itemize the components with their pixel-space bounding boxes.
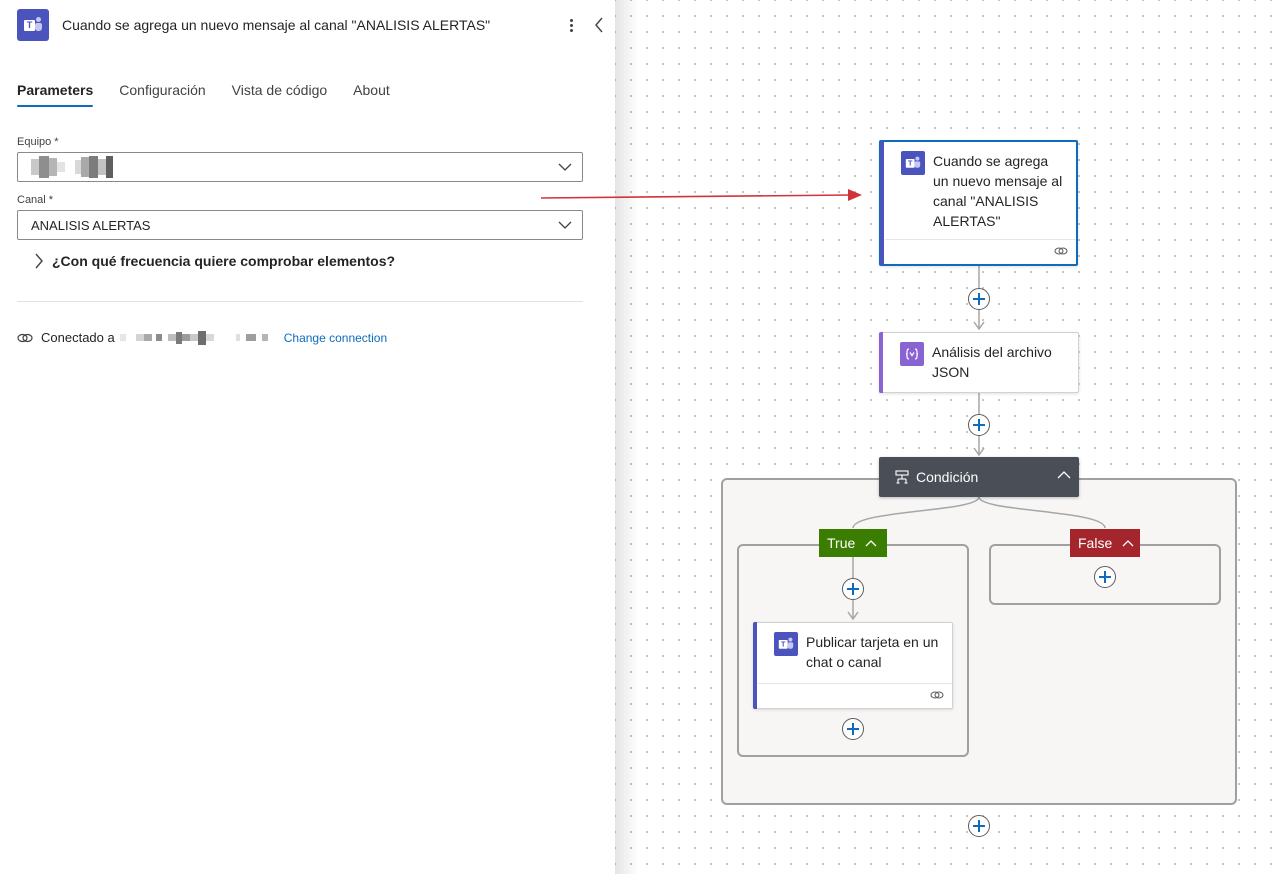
true-branch-tag[interactable]: True	[819, 529, 887, 557]
teams-icon: T	[774, 632, 798, 656]
data-operation-icon	[900, 342, 924, 366]
add-step-button[interactable]	[968, 414, 990, 436]
flow-connectors	[847, 266, 1106, 621]
add-step-button[interactable]	[968, 288, 990, 310]
link-icon	[1054, 247, 1068, 255]
chevron-up-icon[interactable]	[1057, 470, 1071, 480]
add-step-button[interactable]	[842, 718, 864, 740]
add-step-button[interactable]	[1094, 566, 1116, 588]
false-branch-label: False	[1078, 535, 1113, 551]
trigger-node-label: Cuando se agrega un nuevo mensaje al can…	[933, 153, 1063, 229]
chevron-up-icon[interactable]	[1122, 539, 1134, 548]
post-card-node[interactable]: T Publicar tarjeta en un chat o canal	[753, 622, 953, 709]
condition-node[interactable]: Condición	[879, 457, 1079, 497]
add-step-button[interactable]	[968, 815, 990, 837]
chevron-up-icon[interactable]	[865, 539, 877, 548]
node-accent	[753, 622, 757, 709]
condition-icon	[895, 470, 909, 484]
condition-label: Condición	[916, 469, 979, 485]
parse-json-node[interactable]: Análisis del archivo JSON	[879, 332, 1079, 393]
parse-json-node-label: Análisis del archivo JSON	[932, 344, 1052, 380]
false-branch-tag[interactable]: False	[1070, 529, 1140, 557]
add-step-button[interactable]	[842, 578, 864, 600]
node-accent	[879, 332, 883, 393]
link-icon	[930, 691, 944, 699]
node-footer	[758, 683, 952, 708]
node-accent	[880, 141, 884, 265]
true-branch-label: True	[827, 535, 856, 551]
post-card-node-label: Publicar tarjeta en un chat o canal	[806, 634, 939, 670]
node-footer	[885, 239, 1076, 264]
teams-icon: T	[901, 151, 925, 175]
trigger-node[interactable]: T Cuando se agrega un nuevo mensaje al c…	[879, 140, 1078, 266]
